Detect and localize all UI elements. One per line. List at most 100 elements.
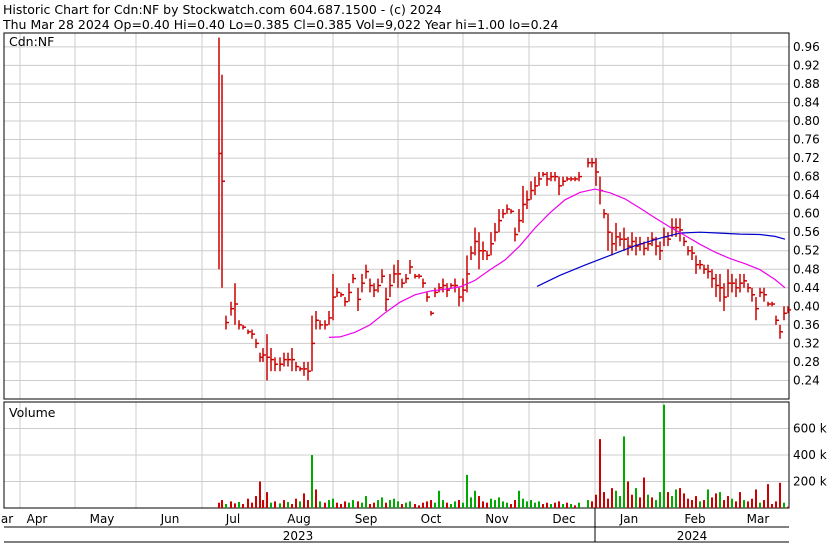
volume-bar: [494, 500, 496, 508]
moving-average-long: [536, 231, 786, 287]
volume-bar: [251, 502, 253, 508]
volume-bar: [401, 504, 403, 508]
volume-bar: [739, 492, 741, 508]
volume-bar: [643, 477, 645, 508]
price-tick-label: 0.32: [793, 336, 820, 350]
volume-bar: [619, 496, 621, 508]
volume-bar: [307, 500, 309, 508]
volume-bar: [554, 502, 556, 508]
volume-bar: [639, 497, 641, 508]
volume-bar: [377, 500, 379, 508]
volume-bar: [623, 436, 625, 508]
price-tick-label: 0.92: [793, 58, 820, 72]
price-tick-label: 0.64: [793, 188, 820, 202]
volume-bar: [542, 504, 544, 508]
volume-bar: [262, 500, 264, 508]
price-tick-label: 0.88: [793, 77, 820, 91]
volume-bar: [538, 501, 540, 508]
stock-chart: 0.96 0.92 0.88 0.84 0.80 0.76 0.72 0.68 0.64 0.60…: [1, 32, 827, 543]
volume-bar: [731, 498, 733, 508]
volume-bar: [474, 490, 476, 508]
volume-bar: [735, 501, 737, 508]
volume-bar: [361, 502, 363, 508]
volume-bar: [615, 490, 617, 508]
volume-bar: [405, 502, 407, 508]
price-tick-label: 0.60: [793, 207, 820, 221]
price-tick-label: 0.76: [793, 133, 820, 147]
volume-bar: [319, 501, 321, 508]
volume-bar: [279, 503, 281, 508]
volume-bar: [454, 501, 456, 508]
month-label: Feb: [684, 512, 705, 526]
volume-bar: [679, 488, 681, 508]
volume-bar: [291, 504, 293, 508]
volume-bar: [482, 501, 484, 508]
volume-bar: [389, 500, 391, 508]
volume-bar: [510, 504, 512, 508]
volume-bar: [221, 500, 223, 508]
volume-bar: [486, 502, 488, 508]
month-label: Mar: [747, 512, 770, 526]
volume-bar: [332, 498, 334, 508]
month-label: Jan: [619, 512, 639, 526]
volume-bar: [635, 488, 637, 508]
volume-bar: [506, 502, 508, 508]
volume-bar: [627, 481, 629, 508]
volume-bar: [430, 500, 432, 508]
volume-bar: [647, 494, 649, 508]
volume-bar: [422, 502, 424, 508]
year-label: 2023: [283, 529, 314, 543]
volume-bar: [707, 489, 709, 508]
volume-bar: [771, 504, 773, 508]
volume-bar: [242, 504, 244, 508]
volume-bar: [502, 501, 504, 508]
volume-bar: [659, 492, 661, 508]
volume-bars: [218, 404, 789, 508]
volume-bar: [526, 501, 528, 508]
volume-bar: [238, 502, 240, 508]
volume-bar: [344, 501, 346, 508]
volume-bar: [611, 488, 613, 508]
volume-tick-label: 200 k: [793, 475, 827, 489]
volume-bar: [663, 404, 665, 508]
price-tick-label: 0.56: [793, 225, 820, 239]
volume-bar: [591, 501, 593, 508]
volume-bar: [514, 500, 516, 508]
price-tick-label: 0.52: [793, 244, 820, 258]
volume-bar: [651, 497, 653, 508]
volume-tick-label: 600 k: [793, 422, 827, 436]
volume-bar: [727, 496, 729, 508]
price-tick-label: 0.44: [793, 281, 820, 295]
volume-bar: [299, 501, 301, 508]
volume-bar: [550, 504, 552, 508]
volume-bar: [743, 500, 745, 508]
volume-bar: [418, 505, 420, 508]
volume-bar: [369, 504, 371, 508]
volume-bar: [234, 503, 236, 508]
volume-bar: [687, 498, 689, 508]
month-label: Jun: [160, 512, 180, 526]
price-tick-label: 0.36: [793, 318, 820, 332]
month-label: Aug: [287, 512, 310, 526]
volume-bar: [259, 481, 261, 508]
volume-bar: [230, 501, 232, 508]
volume-bar: [498, 497, 500, 508]
volume-bar: [655, 500, 657, 508]
volume-bar: [466, 474, 468, 508]
volume-bar: [352, 500, 354, 508]
volume-bar: [381, 497, 383, 508]
volume-bar: [414, 504, 416, 508]
volume-bar: [218, 502, 220, 508]
price-tick-label: 0.84: [793, 95, 820, 109]
volume-bar: [530, 500, 532, 508]
volume-bar: [357, 501, 359, 508]
volume-bar: [373, 502, 375, 508]
volume-bar: [751, 498, 753, 508]
volume-bar: [703, 500, 705, 508]
month-label: May: [90, 512, 115, 526]
volume-bar: [763, 500, 765, 508]
axis-labels: 0.96 0.92 0.88 0.84 0.80 0.76 0.72 0.68 0.64 0.60…: [1, 34, 827, 543]
month-label: Oct: [421, 512, 442, 526]
volume-bar: [434, 502, 436, 508]
price-tick-label: 0.40: [793, 299, 820, 313]
